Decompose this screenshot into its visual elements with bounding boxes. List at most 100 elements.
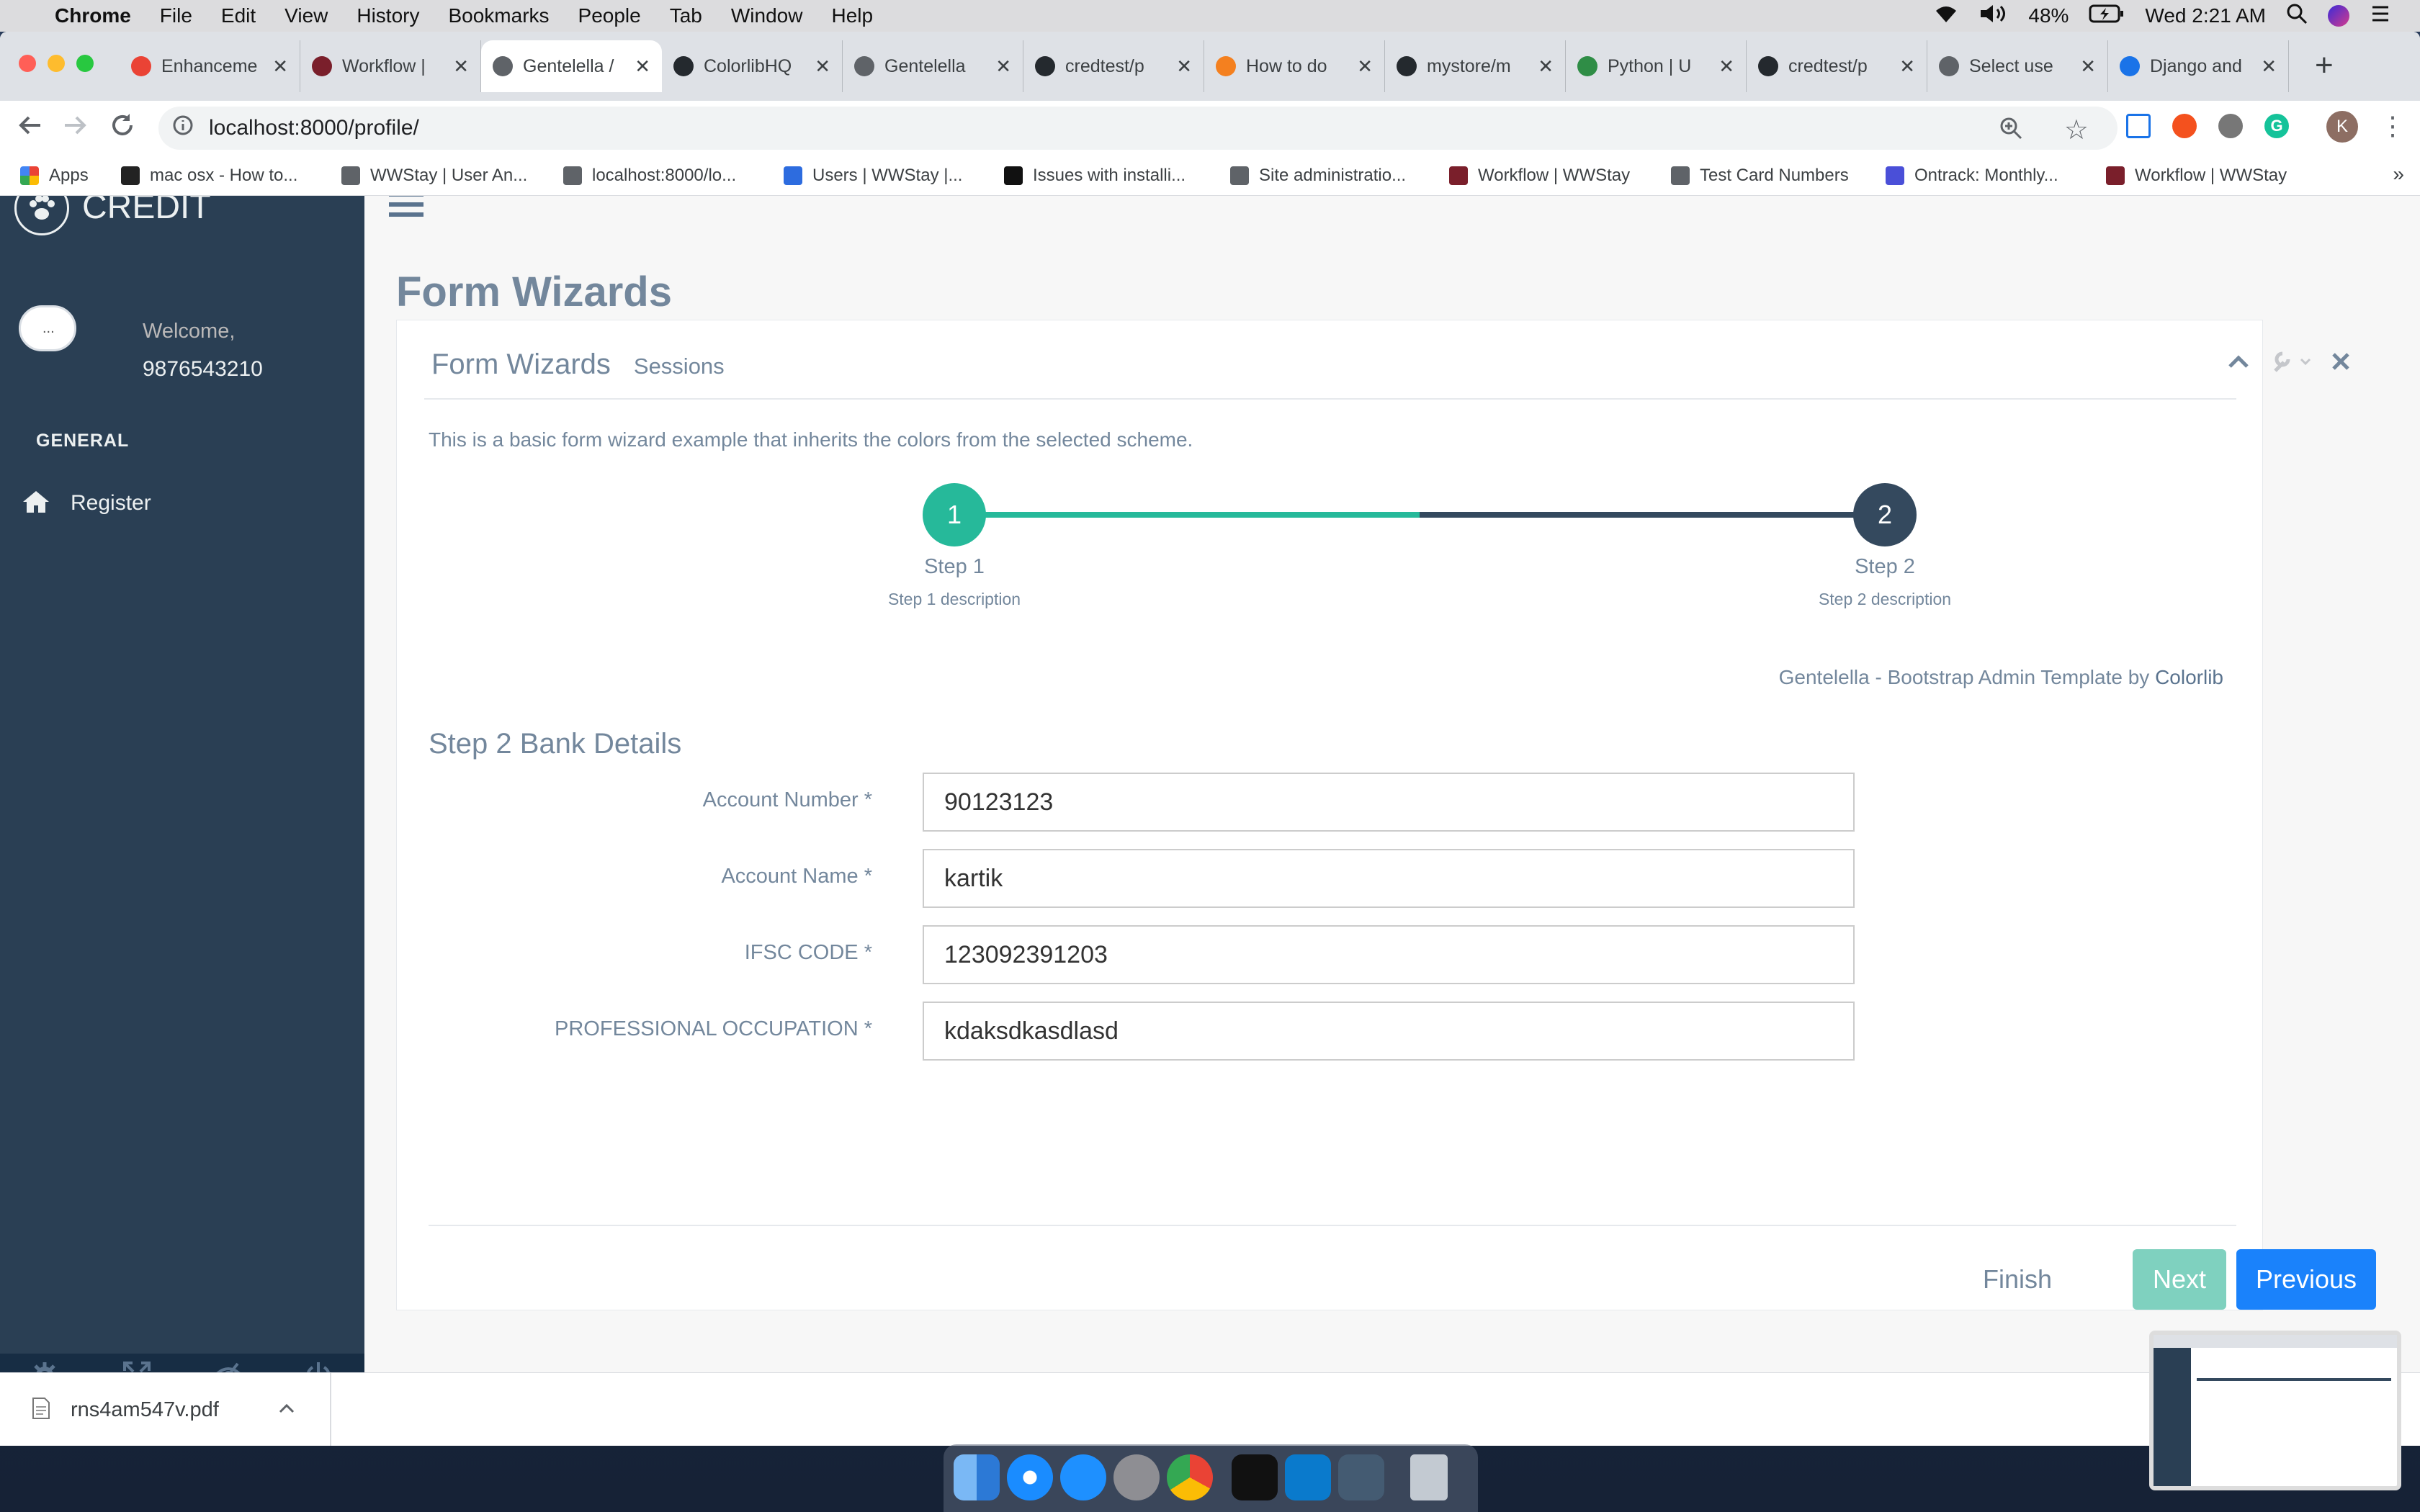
bookmark-item[interactable]: mac osx - How to... [121, 156, 297, 196]
tab-close-icon[interactable]: ✕ [1176, 55, 1192, 78]
trash-icon[interactable] [1410, 1454, 1448, 1500]
forward-icon[interactable] [60, 111, 89, 143]
bookmark-item[interactable]: Users | WWStay |... [784, 156, 962, 196]
menu-file[interactable]: File [160, 4, 192, 27]
tab-close-icon[interactable]: ✕ [1357, 55, 1373, 78]
colorlib-link[interactable]: Colorlib [2155, 666, 2223, 688]
extension-orange-icon[interactable] [2172, 114, 2197, 138]
url-text[interactable]: localhost:8000/profile/ [209, 116, 419, 140]
tab-close-icon[interactable]: ✕ [1538, 55, 1554, 78]
brand[interactable]: CREDIT [14, 196, 211, 239]
close-window-button[interactable] [19, 55, 36, 72]
spotlight-search-icon[interactable] [2286, 3, 2308, 30]
extension-screenshot-icon[interactable] [2126, 114, 2151, 138]
tab-4[interactable]: ColorlibHQ ✕ [662, 40, 843, 92]
menu-help[interactable]: Help [831, 4, 873, 27]
bookmark-item[interactable]: Ontrack: Monthly... [1886, 156, 2058, 196]
tab-close-icon[interactable]: ✕ [635, 55, 650, 78]
tab-close-icon[interactable]: ✕ [1718, 55, 1734, 78]
menu-bookmarks[interactable]: Bookmarks [448, 4, 549, 27]
bookmark-item[interactable]: Issues with installi... [1004, 156, 1186, 196]
tab-close-icon[interactable]: ✕ [995, 55, 1011, 78]
menu-app-name[interactable]: Chrome [55, 4, 131, 27]
tab-8[interactable]: mystore/m ✕ [1385, 40, 1566, 92]
tab-6[interactable]: credtest/p ✕ [1023, 40, 1204, 92]
previous-button[interactable]: Previous [2236, 1249, 2376, 1310]
zoom-window-button[interactable] [76, 55, 94, 72]
zoom-icon[interactable] [1998, 115, 2024, 147]
battery-icon[interactable] [2089, 4, 2125, 28]
professional-occupation-input[interactable]: kdaksdkasdlasd [923, 1002, 1855, 1061]
bookmark-item[interactable]: Workflow | WWStay [2106, 156, 2287, 196]
tab-close-icon[interactable]: ✕ [2261, 55, 2277, 78]
vscode-icon[interactable] [1285, 1454, 1331, 1500]
bookmark-item[interactable]: Test Card Numbers [1671, 156, 1849, 196]
battery-percent[interactable]: 48% [2028, 4, 2069, 27]
menu-people[interactable]: People [578, 4, 641, 27]
tab-3[interactable]: Gentelella / ✕ [481, 40, 662, 92]
chrome-menu-icon[interactable]: ⋮ [2380, 111, 2406, 141]
tab-5[interactable]: Gentelella ✕ [843, 40, 1023, 92]
tab-9[interactable]: Python | U ✕ [1566, 40, 1747, 92]
wifi-icon[interactable] [1933, 4, 1959, 29]
settings-gear-icon[interactable] [30, 1361, 59, 1372]
menu-tab[interactable]: Tab [670, 4, 702, 27]
wrench-dropdown-icon[interactable] [2272, 351, 2313, 377]
tab-close-icon[interactable]: ✕ [1899, 55, 1915, 78]
system-preferences-icon[interactable] [1113, 1454, 1160, 1500]
tab-close-icon[interactable]: ✕ [453, 55, 469, 78]
close-panel-icon[interactable] [2331, 352, 2350, 374]
tab-close-icon[interactable]: ✕ [272, 55, 288, 78]
lock-eye-icon[interactable] [213, 1361, 243, 1372]
menu-history[interactable]: History [357, 4, 419, 27]
mysql-workbench-icon[interactable] [1338, 1454, 1384, 1500]
next-button[interactable]: Next [2133, 1249, 2226, 1310]
tab-12[interactable]: Django and ✕ [2108, 40, 2289, 92]
menu-window[interactable]: Window [731, 4, 803, 27]
bookmark-item[interactable]: Apps [20, 156, 89, 196]
menu-toggle-icon[interactable] [387, 196, 425, 224]
bookmark-star-icon[interactable]: ☆ [2064, 114, 2089, 146]
tab-1[interactable]: Enhanceme ✕ [120, 40, 300, 92]
back-icon[interactable] [16, 111, 45, 143]
notification-center-icon[interactable] [2370, 4, 2391, 28]
step-1-circle[interactable]: 1 [923, 483, 986, 546]
tab-close-icon[interactable]: ✕ [815, 55, 830, 78]
bookmark-item[interactable]: WWStay | User An... [341, 156, 527, 196]
account-name-input[interactable]: kartik [923, 849, 1855, 908]
minimize-window-button[interactable] [48, 55, 65, 72]
volume-icon[interactable] [1979, 4, 2008, 29]
finder-icon[interactable] [954, 1454, 1000, 1500]
bookmark-item[interactable]: Site administratio... [1230, 156, 1406, 196]
collapse-chevron-up-icon[interactable] [2228, 354, 2249, 373]
chrome-dock-icon[interactable] [1167, 1454, 1213, 1500]
download-filename[interactable]: rns4am547v.pdf [71, 1398, 219, 1422]
siri-icon[interactable] [2328, 5, 2349, 27]
menubar-clock[interactable]: Wed 2:21 AM [2145, 4, 2266, 27]
screenshot-preview-thumbnail[interactable] [2149, 1331, 2401, 1490]
grammarly-icon[interactable]: G [2264, 114, 2289, 138]
tab-close-icon[interactable]: ✕ [2080, 55, 2096, 78]
new-tab-button[interactable]: + [2315, 48, 2334, 84]
bookmarks-overflow-icon[interactable]: » [2393, 163, 2404, 186]
logout-power-icon[interactable] [304, 1361, 333, 1372]
terminal-icon[interactable] [1232, 1454, 1278, 1500]
sidebar-item-register[interactable]: Register [22, 485, 151, 521]
reload-icon[interactable] [108, 111, 137, 143]
tab-10[interactable]: credtest/p ✕ [1747, 40, 1927, 92]
bookmark-item[interactable]: Workflow | WWStay [1449, 156, 1630, 196]
address-bar[interactable]: localhost:8000/profile/ ☆ [158, 107, 2118, 150]
app-store-icon[interactable] [1060, 1454, 1106, 1500]
extension-gray-icon[interactable] [2218, 114, 2243, 138]
menu-edit[interactable]: Edit [221, 4, 256, 27]
step-2-circle[interactable]: 2 [1853, 483, 1917, 546]
download-options-chevron-up-icon[interactable] [278, 1403, 295, 1418]
tab-2[interactable]: Workflow | ✕ [300, 40, 481, 92]
profile-avatar[interactable]: K [2326, 111, 2358, 143]
tab-11[interactable]: Select use ✕ [1927, 40, 2108, 92]
finish-button[interactable]: Finish [1983, 1249, 2052, 1310]
fullscreen-icon[interactable] [122, 1361, 151, 1372]
menu-view[interactable]: View [284, 4, 328, 27]
account-number-input[interactable]: 90123123 [923, 773, 1855, 832]
bookmark-item[interactable]: localhost:8000/lo... [563, 156, 736, 196]
